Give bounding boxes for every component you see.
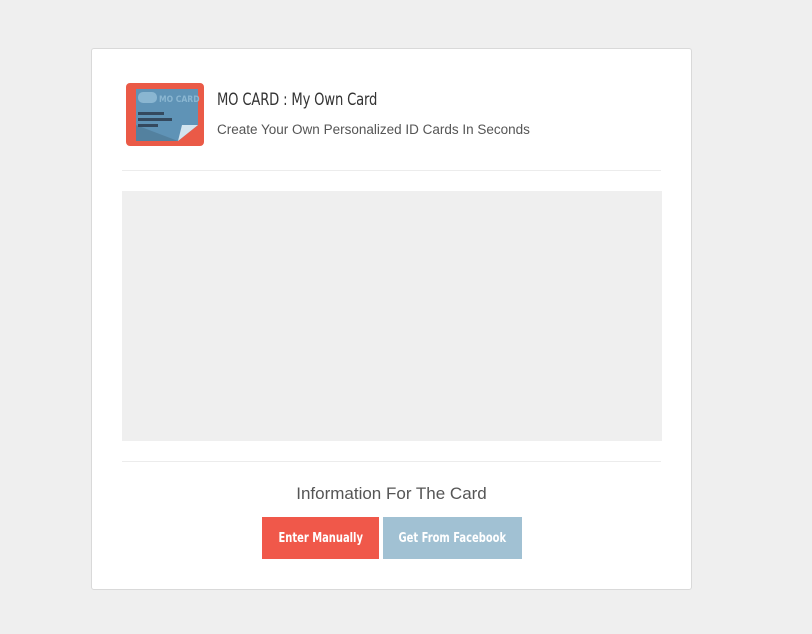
header-divider (122, 170, 661, 171)
logo-icon: MO CARD (126, 83, 204, 147)
app-header: MO CARD MO CARD : My Own Card Create You… (126, 83, 661, 147)
preview-divider (122, 461, 661, 462)
app-title: MO CARD : My Own Card (217, 90, 378, 110)
info-heading: Information For The Card (296, 484, 487, 503)
enter-manually-button[interactable]: Enter Manually (262, 517, 379, 559)
get-from-facebook-label: Get From Facebook (398, 530, 507, 546)
card-preview-area (122, 191, 662, 441)
main-card: MO CARD MO CARD : My Own Card Create You… (91, 48, 692, 590)
logo-text: MO CARD (159, 95, 200, 105)
enter-manually-label: Enter Manually (278, 530, 363, 546)
app-subtitle: Create Your Own Personalized ID Cards In… (217, 122, 530, 137)
get-from-facebook-button[interactable]: Get From Facebook (383, 517, 522, 559)
